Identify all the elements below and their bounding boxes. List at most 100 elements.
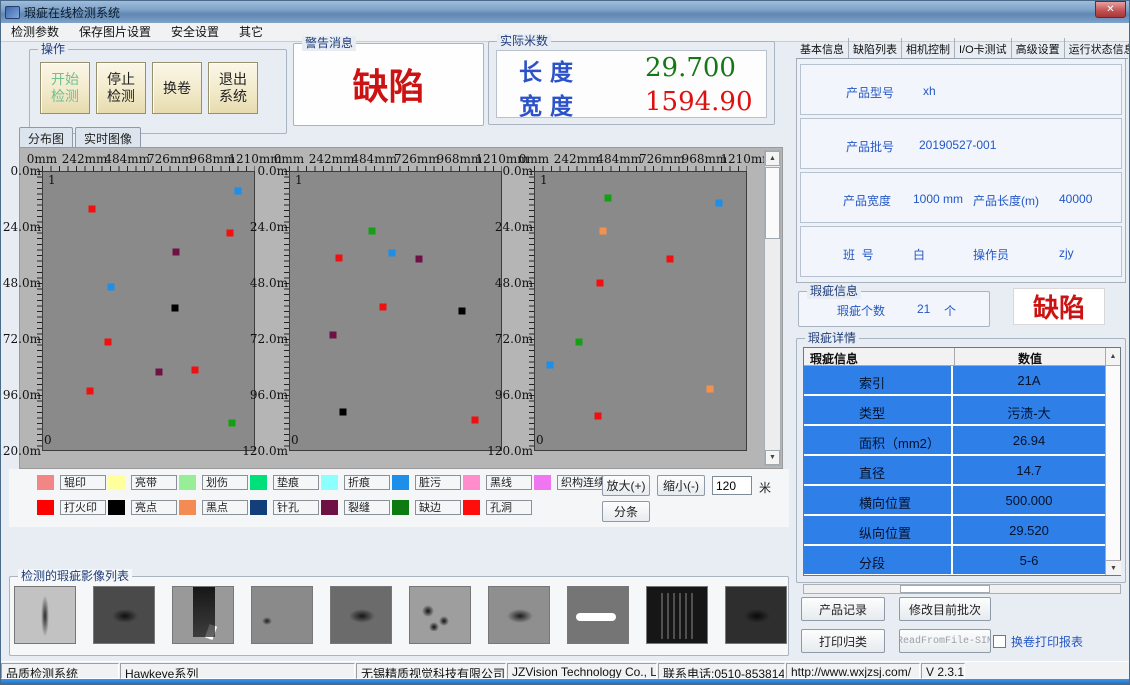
table-row[interactable]: 纵向位置 29.520 bbox=[804, 516, 1105, 544]
legend-label: 亮带 bbox=[131, 475, 177, 490]
legend-item: 折痕 bbox=[321, 475, 392, 492]
y-tick-label: 24.0m bbox=[3, 220, 41, 234]
menu-item[interactable]: 保存图片设置 bbox=[69, 23, 161, 42]
scroll-up-icon[interactable]: ▲ bbox=[765, 151, 780, 166]
right-tab[interactable]: I/O卡测试 bbox=[955, 38, 1012, 58]
modify-batch-button[interactable]: 修改目前批次 bbox=[899, 597, 991, 621]
x-tick-label: 726mm bbox=[394, 152, 440, 166]
scroll-down-icon[interactable]: ▼ bbox=[765, 450, 780, 465]
y-tick-label: 48.0m bbox=[3, 276, 41, 290]
defect-thumbnail[interactable] bbox=[330, 586, 392, 644]
y-tick-label: 72.0m bbox=[495, 332, 533, 346]
table-row[interactable]: 直径 14.7 bbox=[804, 456, 1105, 484]
right-tab[interactable]: 相机控制 bbox=[902, 38, 955, 58]
legend-label: 辊印 bbox=[60, 475, 106, 490]
meter-row: 长度 29.700 bbox=[497, 53, 766, 85]
legend-row-2: 打火印 亮点 黑点 针孔 裂缝 缺边 孔 bbox=[37, 500, 534, 517]
split-button[interactable]: 分条 bbox=[602, 501, 650, 522]
legend-item: 缺边 bbox=[392, 500, 463, 517]
defect-thumbnail[interactable] bbox=[488, 586, 550, 644]
legend-item: 打火印 bbox=[37, 500, 108, 517]
operation-button[interactable]: 开始 检测 bbox=[40, 62, 90, 114]
defect-map-canvas[interactable]: 1 0 bbox=[534, 171, 747, 451]
defect-thumbnail[interactable] bbox=[646, 586, 708, 644]
legend-item: 孔洞 bbox=[463, 500, 534, 517]
row-value-cell: 29.520 bbox=[953, 516, 1105, 544]
read-from-file-button: ReadFromFile-SIM bbox=[899, 629, 991, 653]
defect-point bbox=[329, 331, 336, 338]
print-classify-button[interactable]: 打印归类 bbox=[801, 629, 885, 653]
legend-color-swatch bbox=[250, 500, 267, 515]
defect-point bbox=[335, 255, 342, 262]
defect-map-canvas[interactable]: 1 0 bbox=[42, 171, 255, 451]
defect-thumbnail[interactable] bbox=[251, 586, 313, 644]
defect-thumbnail[interactable] bbox=[172, 586, 234, 644]
product-width-label: 产品宽度 bbox=[843, 192, 891, 209]
legend-item: 脏污 bbox=[392, 475, 463, 492]
camera-number-label: 1 bbox=[48, 173, 56, 187]
legend-label: 垫痕 bbox=[273, 475, 319, 490]
y-tick-label: 0.0m bbox=[11, 164, 41, 178]
row-value-cell: 26.94 bbox=[953, 426, 1105, 454]
close-button[interactable]: ✕ bbox=[1095, 1, 1126, 18]
defect-count-value: 21 bbox=[917, 302, 930, 316]
right-tab[interactable]: 缺陷列表 bbox=[849, 38, 902, 58]
legend-label: 黑点 bbox=[202, 500, 248, 515]
table-horizontal-scrollbar[interactable] bbox=[803, 584, 1121, 594]
menu-item[interactable]: 检测参数 bbox=[1, 23, 69, 42]
table-scroll-up-icon[interactable]: ▲ bbox=[1105, 348, 1120, 365]
view-tab[interactable]: 实时图像 bbox=[75, 127, 141, 147]
right-tab[interactable]: 高级设置 bbox=[1012, 38, 1065, 58]
table-row[interactable]: 分段 5-6 bbox=[804, 546, 1105, 574]
product-model-label: 产品型号 bbox=[846, 84, 894, 101]
table-scroll-down-icon[interactable]: ▼ bbox=[1106, 560, 1121, 575]
product-record-button[interactable]: 产品记录 bbox=[801, 597, 885, 621]
shift-operator-row: 班 号 白 操作员 zjy bbox=[800, 226, 1122, 277]
operator-label: 操作员 bbox=[973, 246, 1009, 263]
meter-range-input[interactable] bbox=[712, 476, 752, 495]
defect-thumbnail[interactable] bbox=[93, 586, 155, 644]
legend-label: 黑线 bbox=[486, 475, 532, 490]
defect-point bbox=[596, 280, 603, 287]
defect-thumbnail[interactable] bbox=[14, 586, 76, 644]
legend-item: 亮点 bbox=[108, 500, 179, 517]
zoom-out-button[interactable]: 缩小(-) bbox=[657, 475, 705, 496]
table-row[interactable]: 类型 污渍-大 bbox=[804, 396, 1105, 424]
operation-button[interactable]: 停止 检测 bbox=[96, 62, 146, 114]
menu-item[interactable]: 其它 bbox=[229, 23, 273, 42]
right-tab[interactable]: 基本信息 bbox=[796, 38, 849, 58]
x-ruler: 0mm242mm484mm726mm968mm1210mm bbox=[42, 152, 255, 171]
right-tab[interactable]: 运行状态信息 bbox=[1065, 38, 1130, 58]
product-batch-row: 产品批号 20190527-001 bbox=[800, 118, 1122, 169]
defect-point bbox=[229, 420, 236, 427]
defect-point bbox=[706, 386, 713, 393]
table-vertical-scrollbar[interactable]: ▼ bbox=[1105, 366, 1120, 575]
legend-label: 划伤 bbox=[202, 475, 248, 490]
menu-item[interactable]: 安全设置 bbox=[161, 23, 229, 42]
legend-label: 脏污 bbox=[415, 475, 461, 490]
defect-thumbnail[interactable] bbox=[567, 586, 629, 644]
row-value-cell: 21A bbox=[953, 366, 1105, 394]
legend-item: 辊印 bbox=[37, 475, 108, 492]
print-report-checkbox[interactable] bbox=[993, 635, 1006, 648]
defect-map-plot: 0mm242mm484mm726mm968mm1210mm 0.0m24.0m4… bbox=[22, 152, 256, 468]
operation-button[interactable]: 退出 系统 bbox=[208, 62, 258, 114]
table-row[interactable]: 索引 21A bbox=[804, 366, 1105, 394]
table-row[interactable]: 面积（mm2） 26.94 bbox=[804, 426, 1105, 454]
y-ruler: 0.0m24.0m48.0m72.0m96.0m120.0m bbox=[514, 171, 534, 451]
row-value-cell: 5-6 bbox=[953, 546, 1105, 574]
operation-button[interactable]: 换卷 bbox=[152, 62, 202, 114]
defect-alert-box: 缺陷 bbox=[1013, 288, 1105, 325]
defect-map-canvas[interactable]: 1 0 bbox=[289, 171, 502, 451]
defect-thumbnail[interactable] bbox=[725, 586, 787, 644]
table-row[interactable]: 横向位置 500.000 bbox=[804, 486, 1105, 514]
scrollbar-thumb[interactable] bbox=[765, 167, 780, 239]
defect-map-panel: 0mm242mm484mm726mm968mm1210mm 0.0m24.0m4… bbox=[19, 147, 783, 469]
defect-thumbnail[interactable] bbox=[409, 586, 471, 644]
plot-vertical-scrollbar[interactable]: ▲ ▼ bbox=[764, 150, 781, 466]
operator-value: zjy bbox=[1059, 246, 1074, 260]
zoom-in-button[interactable]: 放大(+) bbox=[602, 475, 650, 496]
view-tab[interactable]: 分布图 bbox=[19, 127, 73, 147]
scrollbar-thumb[interactable] bbox=[900, 585, 990, 593]
defect-point bbox=[380, 304, 387, 311]
